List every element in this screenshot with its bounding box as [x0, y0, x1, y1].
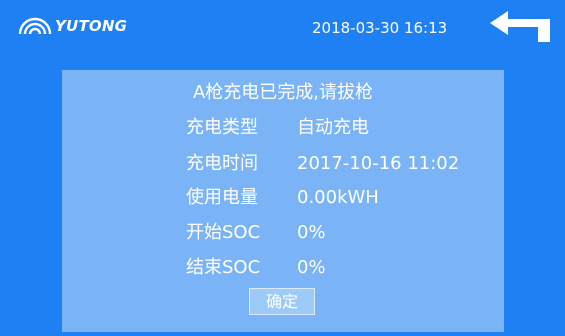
info-value: 0.00kWH	[297, 187, 379, 208]
info-row-energy-used: 使用电量 0.00kWH	[62, 186, 504, 210]
info-value: 0%	[297, 257, 326, 278]
info-label: 使用电量	[186, 187, 258, 208]
yutong-logo: YUTONG	[17, 14, 127, 38]
info-value: 2017-10-16 11:02	[297, 153, 460, 174]
info-value: 自动充电	[297, 117, 369, 138]
info-label: 结束SOC	[186, 257, 261, 278]
brand-name: YUTONG	[55, 17, 128, 35]
info-label: 开始SOC	[186, 222, 261, 243]
info-row-end-soc: 结束SOC 0%	[62, 256, 504, 280]
info-row-start-soc: 开始SOC 0%	[62, 221, 504, 245]
current-datetime: 2018-03-30 16:13	[312, 19, 448, 37]
yutong-wave-icon	[18, 17, 52, 35]
dialog-title: A枪充电已完成,请拔枪	[192, 82, 374, 103]
info-label: 充电时间	[186, 153, 258, 174]
info-value: 0%	[297, 222, 326, 243]
info-label: 充电类型	[186, 117, 258, 138]
back-arrow-icon	[490, 11, 550, 42]
confirm-button[interactable]: 确定	[249, 288, 315, 315]
back-button[interactable]	[488, 8, 554, 44]
header-bar: YUTONG 2018-03-30 16:13	[0, 0, 565, 58]
charging-complete-dialog: A枪充电已完成,请拔枪 充电类型 自动充电 充电时间 2017-10-16 11…	[62, 70, 504, 332]
info-row-charge-time: 充电时间 2017-10-16 11:02	[62, 152, 504, 176]
info-row-charge-type: 充电类型 自动充电	[62, 116, 504, 140]
